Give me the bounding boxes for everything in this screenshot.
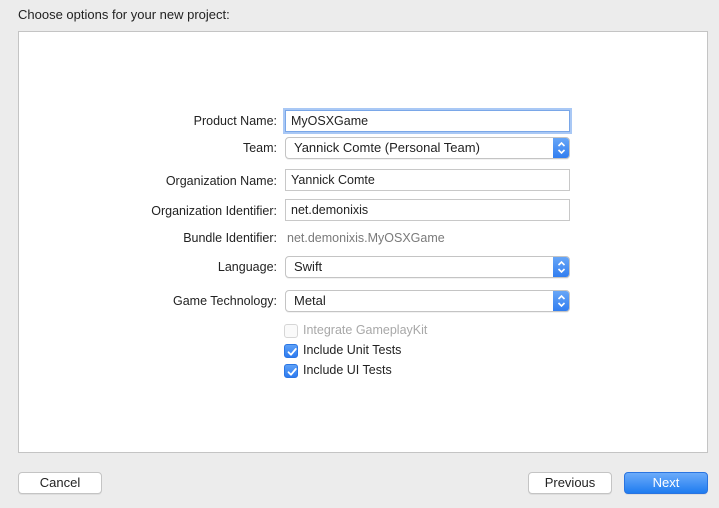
organization-identifier-field[interactable]: net.demonixis [285,199,570,221]
cancel-button[interactable]: Cancel [18,472,102,494]
include-unit-tests-checkbox[interactable] [284,344,298,358]
integrate-gameplaykit-label: Integrate GameplayKit [303,323,428,337]
chevron-updown-icon [553,257,569,277]
game-technology-popup[interactable]: Metal [285,290,570,312]
include-ui-tests-checkbox[interactable] [284,364,298,378]
bundle-identifier-value: net.demonixis.MyOSXGame [287,231,445,245]
team-popup[interactable]: Yannick Comte (Personal Team) [285,137,570,159]
next-button[interactable]: Next [624,472,708,494]
product-name-field[interactable]: MyOSXGame [285,110,570,132]
previous-button[interactable]: Previous [528,472,612,494]
organization-identifier-label: Organization Identifier: [151,204,277,218]
product-name-label: Product Name: [193,114,277,128]
organization-name-field[interactable]: Yannick Comte [285,169,570,191]
language-popup-value: Swift [294,259,323,274]
team-popup-value: Yannick Comte (Personal Team) [294,140,480,155]
checkmark-icon [287,348,297,356]
checkmark-icon [287,368,297,376]
integrate-gameplaykit-checkbox [284,324,298,338]
language-label: Language: [217,260,277,274]
organization-name-label: Organization Name: [165,174,277,188]
team-label: Team: [242,141,277,155]
game-technology-label: Game Technology: [173,294,277,308]
bundle-identifier-label: Bundle Identifier: [183,231,277,245]
chevron-updown-icon [553,138,569,158]
dialog-title: Choose options for your new project: [18,7,230,22]
language-popup[interactable]: Swift [285,256,570,278]
game-technology-popup-value: Metal [294,293,326,308]
include-ui-tests-label: Include UI Tests [303,363,392,377]
include-unit-tests-label: Include Unit Tests [303,343,402,357]
chevron-updown-icon [553,291,569,311]
